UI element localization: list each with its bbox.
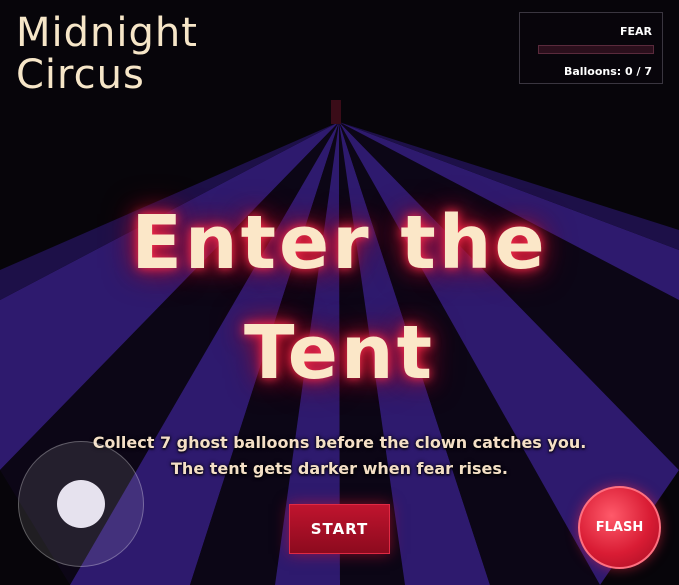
overlay-headline: Enter the Tent: [0, 188, 679, 408]
start-button[interactable]: START: [289, 504, 390, 554]
game-title-line1: Midnight: [16, 10, 198, 56]
game-title-line2: Circus: [16, 52, 145, 98]
hud-panel: FEAR Balloons: 0 / 7: [519, 12, 663, 84]
headline-line1: Enter the: [131, 200, 548, 286]
joystick-knob[interactable]: [57, 480, 105, 528]
headline-line2: Tent: [244, 310, 435, 396]
balloon-counter: Balloons: 0 / 7: [563, 65, 652, 78]
fear-meter: [538, 45, 654, 54]
game-title: Midnight Circus: [16, 12, 198, 96]
flash-button[interactable]: FLASH: [578, 486, 661, 569]
tent-pole: [331, 100, 341, 124]
virtual-joystick[interactable]: [18, 441, 144, 567]
fear-label: FEAR: [619, 25, 652, 38]
